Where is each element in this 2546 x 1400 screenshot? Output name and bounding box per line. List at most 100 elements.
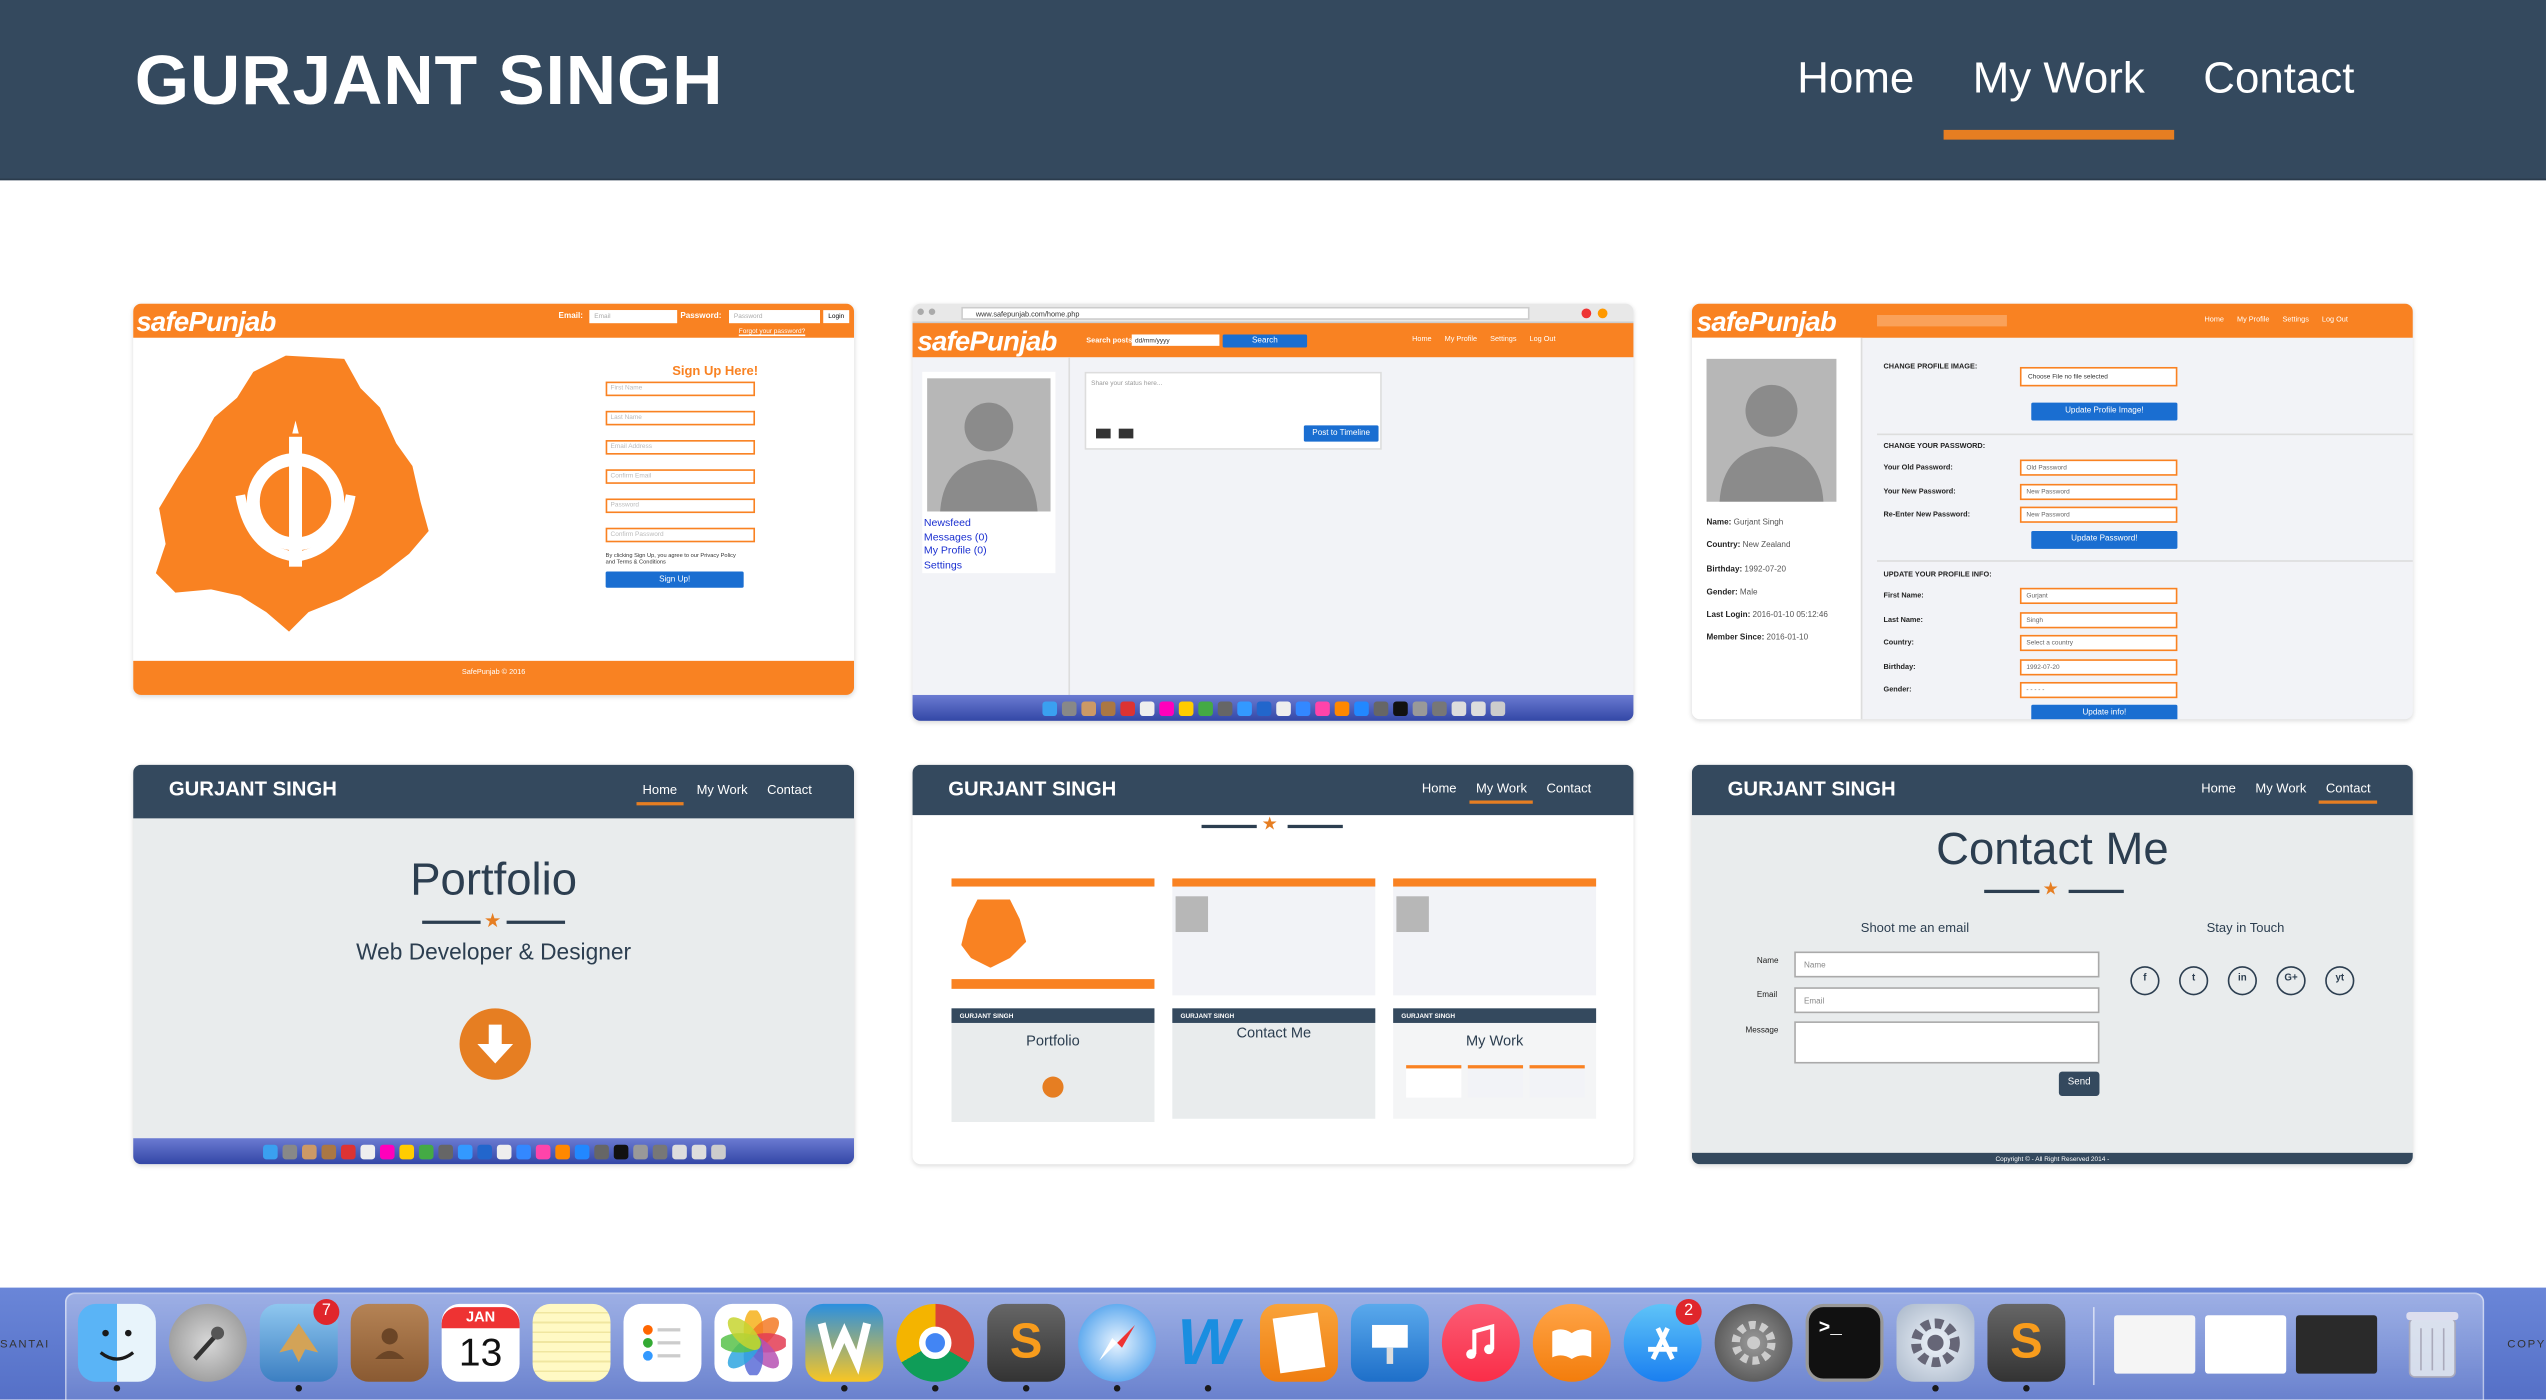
mini-thumb-contact: GURJANT SINGH Contact Me [1172, 1008, 1376, 1119]
work-thumb-contact[interactable]: GURJANT SINGH Home My Work Contact Conta… [1691, 764, 2413, 1165]
side-link-profile: My Profile (0) [923, 545, 987, 557]
form-row-label: Gender: [1883, 685, 1912, 694]
work-thumb-safepunjab-settings[interactable]: safePunjab Home My Profile Settings Log … [1691, 303, 2413, 720]
social-Gplus-icon: G+ [2276, 966, 2306, 996]
desktop-label-right: COPY [2507, 1339, 2546, 1351]
profile-detail-value: 2016-01-10 [1766, 634, 1809, 644]
social-icons: f t in G+ yt [2130, 966, 2355, 996]
thumb-header: GURJANT SINGH Home My Work Contact [133, 764, 855, 819]
work-thumb-my-work[interactable]: GURJANT SINGH Home My Work Contact ★ GUR… [912, 764, 1634, 1165]
work-thumb-safepunjab-home[interactable]: www.safepunjab.com/home.php safePunjab S… [912, 303, 1634, 721]
profile-details: Name: Gurjant Singh Country: New Zealand B… [1707, 511, 1860, 650]
name-label: Name [1756, 956, 1779, 967]
ibooks-icon[interactable] [1532, 1303, 1611, 1382]
profile-detail-row: Name: Gurjant Singh [1707, 511, 1860, 534]
mini-brand: GURJANT SINGH [951, 1008, 1155, 1023]
portfolio-subtitle: Web Developer & Designer [356, 938, 632, 965]
word-icon[interactable]: W [1169, 1304, 1247, 1382]
update-password-button: Update Password! [2031, 530, 2178, 549]
form-row: Birthday: 1992-07-20 [1884, 658, 2193, 682]
thumb-footer: SafePunjab © 2016 [133, 660, 855, 695]
star-icon: ★ [2042, 880, 2059, 900]
site-brand[interactable]: GURJANT SINGH [135, 42, 724, 122]
portfolio-title: Portfolio [410, 854, 578, 905]
form-row: First Name: Gurjant [1884, 587, 2193, 612]
name-input: Name [1794, 951, 2100, 978]
side-link-newsfeed: Newsfeed [923, 517, 971, 530]
trash-icon[interactable] [2393, 1304, 2471, 1382]
star-icon: ★ [483, 909, 502, 933]
minimized-browser-icon[interactable] [2205, 1315, 2287, 1374]
thumb-nav-home: Home [1412, 334, 1432, 343]
contact-title: Contact Me [1936, 823, 2169, 874]
form-row-label: Your New Password: [1883, 486, 1956, 495]
form-row-input: New Password [2019, 506, 2178, 523]
safari-icon[interactable] [1078, 1303, 1157, 1382]
photos-icon[interactable] [714, 1303, 793, 1382]
confirm-email-field: Confirm Email [605, 469, 756, 484]
thumb-search [1877, 315, 2007, 327]
form-row: Country: Select a country [1884, 634, 2193, 659]
send-button: Send [2058, 1071, 2100, 1097]
message-input [1794, 1021, 2100, 1064]
nav-home[interactable]: Home [1768, 49, 1943, 140]
sublime-text-icon[interactable]: S [987, 1303, 1066, 1382]
profile-detail-label: Gender: [1706, 587, 1740, 598]
thumb-nav-home: Home [1421, 781, 1457, 796]
terms-text: By clicking Sign Up, you agree to our Pr… [605, 552, 736, 566]
star-icon: ★ [1261, 815, 1278, 835]
keynote-icon[interactable] [1350, 1303, 1429, 1382]
form-row: Your New Password: New Password [1884, 483, 2193, 507]
nav-my-work[interactable]: My Work [1943, 49, 2175, 140]
thumb-topbar: safePunjab Home My Profile Settings Log … [1691, 303, 2413, 338]
contacts-icon[interactable] [350, 1303, 429, 1382]
profile-detail-value: Male [1739, 587, 1758, 598]
thumb-nav-logout: Log Out [1529, 334, 1556, 343]
mini-thumb-portfolio: GURJANT SINGH Portfolio [951, 1008, 1155, 1122]
change-password-title: CHANGE YOUR PASSWORD: [1883, 441, 1986, 450]
site-header: GURJANT SINGH Home My Work Contact [0, 0, 2546, 181]
first-name-field: First Name [605, 381, 756, 397]
confirm-password-field: Confirm Password [605, 527, 756, 543]
thumb-logo: safePunjab [136, 306, 276, 338]
minimized-window-icon[interactable] [2114, 1315, 2196, 1374]
form-row-input: New Password [2019, 483, 2178, 500]
signup-button: Sign Up! [605, 571, 744, 588]
update-image-button: Update Profile Image! [2031, 402, 2178, 421]
thumb-nav-home: Home [2204, 315, 2225, 324]
form-row-label: Re-Enter New Password: [1883, 509, 1971, 518]
terminal-icon[interactable]: >_ [1805, 1303, 1884, 1382]
reminders-icon[interactable] [623, 1303, 702, 1382]
calendar-icon[interactable]: JAN 13 [441, 1303, 520, 1382]
form-row: Your Old Password: Old Password [1884, 459, 2193, 484]
login-button: Login [823, 310, 850, 324]
work-thumb-safepunjab-signup[interactable]: safePunjab Email: Email Password: Passwo… [133, 303, 855, 695]
social-t-icon: t [2179, 966, 2209, 996]
itunes-icon[interactable] [1441, 1303, 1520, 1382]
pages-icon[interactable] [1260, 1303, 1338, 1382]
form-row-input: - - - - - [2019, 681, 2178, 699]
profile-detail-row: Birthday: 1992-07-20 [1707, 558, 1860, 581]
password-rows: Your Old Password: Old Password Your New P… [1883, 459, 2193, 531]
launchpad-icon[interactable] [168, 1303, 247, 1382]
nav-contact[interactable]: Contact [2174, 49, 2384, 140]
profile-detail-label: Country: [1706, 541, 1743, 551]
finder-icon[interactable] [77, 1303, 156, 1382]
settings-gear-icon[interactable] [1896, 1303, 1975, 1382]
notes-icon[interactable] [532, 1303, 611, 1382]
email-input: Email [1794, 987, 2100, 1014]
change-image-title: CHANGE PROFILE IMAGE: [1883, 362, 1978, 371]
search-date-input: dd/mm/yyyy [1131, 334, 1220, 346]
chrome-icon[interactable] [896, 1303, 975, 1382]
form-row-input: Select a country [2019, 634, 2178, 652]
minimized-editor-icon[interactable] [2295, 1315, 2378, 1374]
thumb-nav-settings: Settings [2282, 315, 2309, 324]
profile-sidebar: Newsfeed Messages (0) My Profile (0) Set… [922, 371, 1056, 574]
thumb-topbar: safePunjab Search posts: dd/mm/yyyy Sear… [912, 323, 1634, 358]
sublime-text-2-icon[interactable]: S [1987, 1303, 2066, 1382]
browser-toolbar: www.safepunjab.com/home.php [912, 303, 1634, 324]
wunderlist-icon[interactable] [805, 1303, 884, 1382]
system-preferences-icon[interactable] [1714, 1303, 1793, 1382]
work-thumb-portfolio-home[interactable]: GURJANT SINGH Home My Work Contact Portf… [133, 764, 855, 1165]
thumb-brand: GURJANT SINGH [1727, 777, 1896, 801]
